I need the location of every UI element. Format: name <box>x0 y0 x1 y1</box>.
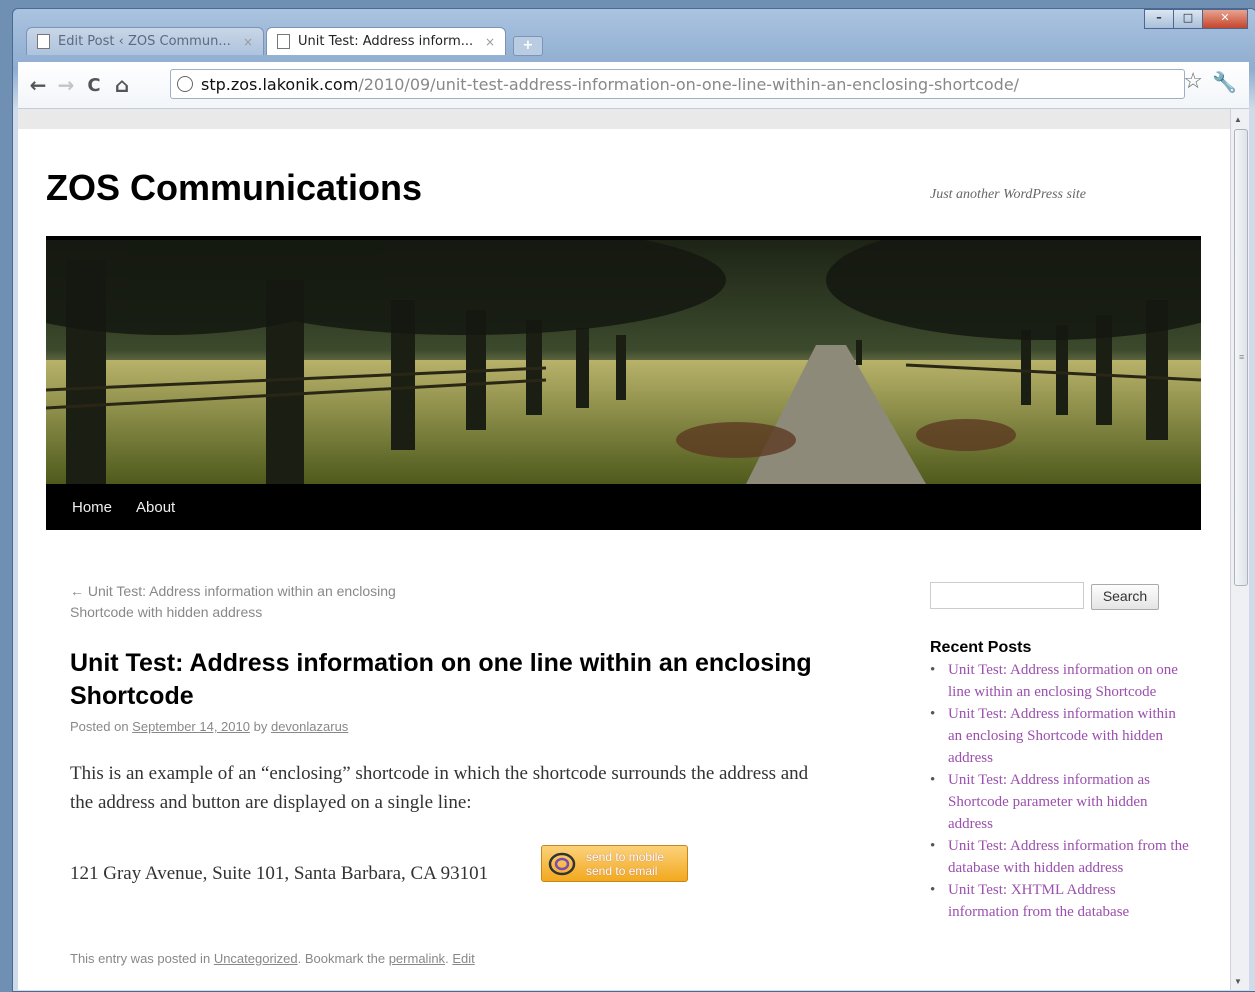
recent-post-item[interactable]: • Unit Test: Address information as Short… <box>930 769 1190 835</box>
send-logo-icon <box>548 852 576 876</box>
document-icon <box>37 34 50 49</box>
site-description: Just another WordPress site <box>930 187 1086 202</box>
bullet-icon: • <box>930 662 936 678</box>
tab-unit-test[interactable]: Unit Test: Address inform... × <box>266 27 506 55</box>
menu-item-home[interactable]: Home <box>72 499 112 516</box>
recent-posts-title: Recent Posts <box>930 639 1032 656</box>
url-host: stp.zos.lakonik.com <box>201 74 359 94</box>
vertical-scrollbar[interactable]: ▲ ≡ ▼ <box>1230 109 1249 990</box>
bullet-icon: • <box>930 838 936 854</box>
minimize-button[interactable]: – <box>1144 9 1174 29</box>
by-label: by <box>253 719 268 734</box>
web-page: ZOS Communications Just another WordPres… <box>18 129 1230 990</box>
search-button[interactable]: Search <box>1091 584 1159 610</box>
recent-post-item[interactable]: • Unit Test: Address information on one l… <box>930 659 1190 703</box>
browser-toolbar: ← → C ⌂ stp.zos.lakonik.com/2010/09/unit… <box>18 62 1249 109</box>
recent-post-link[interactable]: Unit Test: Address information from the … <box>948 838 1189 876</box>
permalink-link[interactable]: permalink <box>389 951 445 966</box>
post-date-link[interactable]: September 14, 2010 <box>132 719 250 734</box>
send-to-mobile-button[interactable]: send to mobile send to email <box>541 845 688 882</box>
recent-post-item[interactable]: • Unit Test: XHTML Address information fr… <box>930 879 1190 923</box>
menu-item-about[interactable]: About <box>136 499 175 516</box>
close-tab-icon[interactable]: × <box>243 35 253 49</box>
posted-on-label: Posted on <box>70 719 129 734</box>
recent-post-item[interactable]: • Unit Test: Address information from the… <box>930 835 1190 879</box>
page-icon <box>177 76 193 92</box>
scrollbar-thumb[interactable]: ≡ <box>1234 129 1248 586</box>
address-bar[interactable]: stp.zos.lakonik.com/2010/09/unit-test-ad… <box>170 69 1185 99</box>
header-banner-image <box>46 236 1201 484</box>
post-utility: This entry was posted in Uncategorized. … <box>70 951 475 966</box>
tab-edit-post[interactable]: Edit Post ‹ ZOS Commun... × <box>26 27 264 55</box>
home-button[interactable]: ⌂ <box>108 73 136 97</box>
bullet-icon: • <box>930 772 936 788</box>
recent-post-link[interactable]: Unit Test: Address information as Shortc… <box>948 772 1150 832</box>
recent-posts-list: • Unit Test: Address information on one l… <box>930 659 1190 923</box>
main-menu: Home About <box>46 484 1201 530</box>
post-title: Unit Test: Address information on one li… <box>70 649 812 710</box>
separator: . <box>445 951 449 966</box>
bullet-icon: • <box>930 706 936 722</box>
bookmark-star-icon[interactable]: ☆ <box>1183 68 1203 94</box>
bullet-icon: • <box>930 882 936 898</box>
tab-label: Edit Post ‹ ZOS Commun... <box>58 34 231 49</box>
document-icon <box>277 34 290 49</box>
post-paragraph: This is an example of an “enclosing” sho… <box>70 763 809 813</box>
close-window-button[interactable]: ✕ <box>1202 9 1248 29</box>
back-button[interactable]: ← <box>24 73 52 97</box>
maximize-button[interactable]: □ <box>1173 9 1203 29</box>
reload-button[interactable]: C <box>80 75 108 96</box>
edit-link[interactable]: Edit <box>452 951 474 966</box>
page-viewport: ZOS Communications Just another WordPres… <box>18 109 1230 990</box>
recent-post-link[interactable]: Unit Test: XHTML Address information fro… <box>948 882 1129 920</box>
category-link[interactable]: Uncategorized <box>214 951 298 966</box>
grip-icon: ≡ <box>1239 352 1245 362</box>
search-input[interactable] <box>930 582 1084 609</box>
address-text: 121 Gray Avenue, Suite 101, Santa Barbar… <box>70 863 489 884</box>
recent-post-link[interactable]: Unit Test: Address information on one li… <box>948 662 1178 700</box>
tab-label: Unit Test: Address inform... <box>298 34 474 49</box>
close-tab-icon[interactable]: × <box>485 35 495 49</box>
send-to-email-label: send to email <box>586 864 658 878</box>
forward-button[interactable]: → <box>52 73 80 97</box>
window-controls: – □ ✕ <box>1144 9 1248 29</box>
new-tab-button[interactable]: + <box>513 36 543 56</box>
posted-in-label: This entry was posted in <box>70 951 211 966</box>
author-link[interactable]: devonlazarus <box>271 719 348 734</box>
url-path: /2010/09/unit-test-address-information-o… <box>358 74 1020 94</box>
recent-post-link[interactable]: Unit Test: Address information within an… <box>948 706 1176 766</box>
scroll-down-arrow-icon[interactable]: ▼ <box>1234 977 1242 986</box>
post-meta: Posted on September 14, 2010 by devonlaz… <box>70 719 348 734</box>
wrench-menu-icon[interactable]: 🔧 <box>1212 70 1237 95</box>
send-to-mobile-label: send to mobile <box>586 850 665 864</box>
bookmark-label: . Bookmark the <box>297 951 386 966</box>
recent-post-item[interactable]: • Unit Test: Address information within a… <box>930 703 1190 769</box>
scroll-up-arrow-icon[interactable]: ▲ <box>1234 115 1242 124</box>
site-title[interactable]: ZOS Communications <box>46 167 422 209</box>
previous-post-link[interactable]: ← Unit Test: Address information within … <box>70 581 450 623</box>
